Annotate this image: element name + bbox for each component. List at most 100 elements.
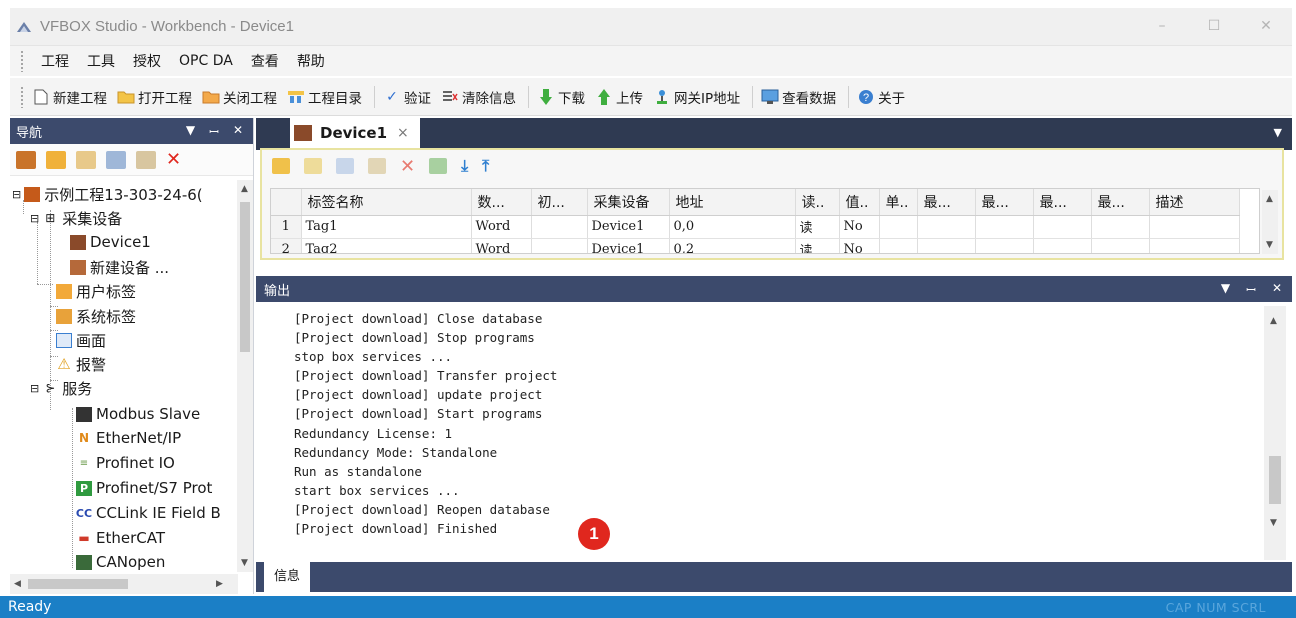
copy-icon[interactable]: [106, 150, 126, 169]
menu-tools[interactable]: 工具: [78, 51, 124, 71]
upload-button[interactable]: 上传: [595, 87, 643, 107]
add-tag-icon[interactable]: [272, 158, 290, 174]
cell-unit[interactable]: [879, 215, 918, 239]
collapse-icon[interactable]: ⊟: [30, 382, 39, 395]
scroll-thumb[interactable]: [240, 202, 250, 352]
collapse-icon[interactable]: ⊟: [12, 188, 21, 201]
paste-icon[interactable]: [136, 150, 156, 169]
project-dir-button[interactable]: 工程目录: [287, 87, 362, 107]
copy-icon[interactable]: [336, 158, 354, 174]
scroll-thumb[interactable]: [28, 579, 128, 589]
tree-item-services[interactable]: ⊟ ⊱ 服务: [30, 376, 92, 400]
tree-item-user-tags[interactable]: 用户标签: [56, 279, 136, 303]
cell-value[interactable]: No: [839, 215, 880, 239]
export-icon[interactable]: ⤒: [482, 156, 489, 176]
menu-license[interactable]: 授权: [124, 51, 170, 71]
add-device-icon[interactable]: [16, 150, 36, 169]
collapse-icon[interactable]: ⊟: [30, 212, 39, 225]
cell-tag-name[interactable]: Tag1: [301, 215, 472, 239]
download-button[interactable]: 下载: [537, 87, 585, 107]
cell-initial[interactable]: [531, 238, 588, 253]
cell-min1[interactable]: [917, 215, 976, 239]
cell-device[interactable]: Device1: [587, 215, 670, 239]
tree-item-ethercat[interactable]: ▬ EtherCAT: [76, 526, 165, 550]
tab-info[interactable]: 信息: [264, 562, 310, 592]
tree-item-new-device[interactable]: 新建设备 ...: [70, 255, 169, 279]
add-folder-icon[interactable]: [46, 150, 66, 169]
menu-help[interactable]: 帮助: [288, 51, 334, 71]
tree-item-ethernet-ip[interactable]: N EtherNet/IP: [76, 426, 181, 450]
scroll-up-icon[interactable]: ▲: [241, 184, 248, 194]
column-header[interactable]: 最...: [1091, 189, 1150, 216]
scroll-up-icon[interactable]: ▲: [1270, 316, 1277, 326]
cell-max2[interactable]: [1091, 215, 1150, 239]
cell-min1[interactable]: [917, 238, 976, 253]
tree-item-canopen[interactable]: CANopen: [76, 550, 165, 572]
cell-address[interactable]: 0,2: [669, 238, 796, 253]
tab-device1[interactable]: Device1 ×: [290, 118, 420, 148]
output-pin-icon[interactable]: ꟷ: [1246, 281, 1256, 298]
cell-device[interactable]: Device1: [587, 238, 670, 253]
scroll-right-icon[interactable]: ▶: [216, 579, 223, 589]
refresh-icon[interactable]: [429, 158, 448, 174]
tree-item-collect-devices[interactable]: ⊟ ⊞ 采集设备: [30, 206, 122, 230]
column-header[interactable]: 值..: [839, 189, 880, 216]
scroll-up-icon[interactable]: ▲: [1266, 194, 1273, 204]
minimize-button[interactable]: –: [1136, 8, 1188, 46]
tree-item-cclink[interactable]: CC CCLink IE Field B: [76, 501, 221, 525]
column-header[interactable]: 标签名称: [301, 189, 472, 216]
column-header[interactable]: 初...: [531, 189, 588, 216]
cell-access[interactable]: 读: [795, 215, 840, 239]
verify-button[interactable]: ✓ 验证: [383, 87, 431, 107]
cell-max1[interactable]: [975, 215, 1034, 239]
scroll-down-icon[interactable]: ▼: [1270, 518, 1277, 528]
about-button[interactable]: ? 关于: [857, 87, 905, 107]
output-vertical-scrollbar[interactable]: ▲ ▼: [1264, 306, 1286, 560]
scroll-down-icon[interactable]: ▼: [241, 558, 248, 568]
tree-item-project[interactable]: ⊟ 示例工程13-303-24-6(: [12, 182, 203, 206]
scroll-left-icon[interactable]: ◀: [14, 579, 21, 589]
close-project-button[interactable]: 关闭工程: [202, 87, 277, 107]
view-data-button[interactable]: 查看数据: [761, 87, 836, 107]
properties-icon[interactable]: [76, 150, 96, 169]
new-project-button[interactable]: 新建工程: [32, 87, 107, 107]
cell-max2[interactable]: [1091, 238, 1150, 253]
delete-icon[interactable]: ✕: [166, 149, 181, 170]
menu-project[interactable]: 工程: [32, 51, 78, 71]
tree-item-screens[interactable]: 画面: [56, 328, 106, 352]
cell-min2[interactable]: [1033, 215, 1092, 239]
tab-close-icon[interactable]: ×: [397, 125, 409, 141]
column-header[interactable]: 采集设备: [587, 189, 670, 216]
table-row[interactable]: 1 Tag1 Word Device1 0,0 读 No: [271, 215, 1240, 239]
gateway-ip-button[interactable]: 网关IP地址: [653, 87, 740, 107]
table-row[interactable]: 2 Tag2 Word Device1 0,2 读 No: [271, 238, 1240, 253]
cell-unit[interactable]: [879, 238, 918, 253]
nav-dropdown-icon[interactable]: ▼: [186, 123, 195, 140]
cell-data-type[interactable]: Word: [471, 238, 532, 253]
tree-item-profinet-s7[interactable]: P Profinet/S7 Prot: [76, 476, 212, 500]
column-header[interactable]: 地址: [669, 189, 796, 216]
cell-description[interactable]: [1149, 238, 1240, 253]
scroll-thumb[interactable]: [1269, 456, 1281, 504]
add-batch-icon[interactable]: [304, 158, 322, 174]
close-window-button[interactable]: ✕: [1240, 8, 1292, 46]
menu-opc-da[interactable]: OPC DA: [170, 53, 242, 69]
cell-access[interactable]: 读: [795, 238, 840, 253]
tree-item-profinet-io[interactable]: ≡ Profinet IO: [76, 451, 175, 475]
cell-description[interactable]: [1149, 215, 1240, 239]
cell-tag-name[interactable]: Tag2: [301, 238, 472, 253]
tab-list-dropdown-icon[interactable]: ▼: [1274, 126, 1282, 139]
nav-close-icon[interactable]: ✕: [233, 123, 243, 140]
cell-min2[interactable]: [1033, 238, 1092, 253]
nav-horizontal-scrollbar[interactable]: ◀ ▶: [10, 574, 238, 594]
tree-item-device1[interactable]: Device1: [70, 230, 151, 254]
delete-icon[interactable]: ✕: [400, 156, 415, 177]
tree-item-alarms[interactable]: ⚠ 报警: [56, 352, 106, 376]
column-header[interactable]: 单..: [879, 189, 918, 216]
clear-info-button[interactable]: 清除信息: [441, 87, 516, 107]
cell-data-type[interactable]: Word: [471, 215, 532, 239]
nav-pin-icon[interactable]: ꟷ: [209, 123, 219, 140]
paste-icon[interactable]: [368, 158, 386, 174]
grid-vertical-scrollbar[interactable]: ▲ ▼: [1262, 190, 1278, 254]
import-icon[interactable]: ⤓: [461, 156, 468, 176]
